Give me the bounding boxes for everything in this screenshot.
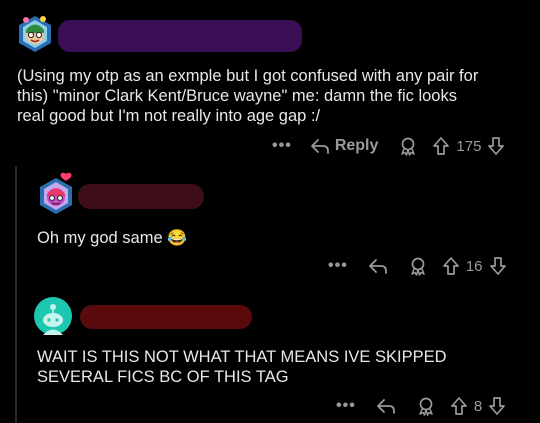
comment-3-avatar[interactable]	[33, 296, 73, 336]
snoo-avatar-icon	[40, 172, 72, 214]
comment-2-avatar[interactable]	[36, 172, 76, 216]
reply-button[interactable]: Reply	[310, 137, 379, 155]
downvote-button[interactable]	[487, 136, 505, 156]
comment-1-avatar[interactable]	[16, 14, 54, 54]
upvote-button[interactable]	[450, 396, 468, 416]
upvote-icon	[433, 137, 450, 155]
downvote-icon	[489, 397, 506, 415]
award-button[interactable]	[416, 396, 436, 416]
comment-text-line: WAIT IS THIS NOT WHAT THAT MEANS IVE SKI…	[37, 348, 447, 366]
reply-arrow-icon	[310, 139, 329, 154]
comment-text-line: (Using my otp as an exmple but I got con…	[17, 67, 479, 85]
vote-count: 175	[456, 137, 482, 155]
redacted-username	[58, 20, 302, 52]
downvote-button[interactable]	[488, 396, 506, 416]
reply-arrow-icon	[376, 399, 395, 414]
more-icon[interactable]: •••	[336, 397, 356, 415]
downvote-button[interactable]	[489, 256, 507, 276]
reply-button[interactable]	[368, 257, 388, 275]
comment-1-actions: ••• Reply 175	[272, 134, 505, 158]
award-icon	[411, 257, 425, 276]
comment-1-body: (Using my otp as an exmple but I got con…	[17, 66, 532, 126]
more-icon[interactable]: •••	[328, 257, 348, 275]
vote-count: 16	[465, 257, 483, 275]
reply-button[interactable]	[376, 397, 396, 415]
comment-2-body: Oh my god same 😂	[37, 228, 187, 249]
reply-arrow-icon	[368, 259, 387, 274]
snoo-avatar-icon	[19, 16, 51, 52]
award-icon	[419, 397, 433, 416]
comment-text-line: this) "minor Clark Kent/Bruce wayne" me:…	[17, 87, 457, 105]
award-button[interactable]	[408, 256, 428, 276]
upvote-button[interactable]	[442, 256, 460, 276]
comment-text-line: SEVERAL FICS BC OF THIS TAG	[37, 368, 289, 386]
laughing-emoji-icon: 😂	[167, 230, 188, 247]
comment-text-line: real good but I'm not really into age ga…	[17, 107, 321, 125]
thread-line	[15, 166, 17, 423]
downvote-icon	[488, 137, 505, 155]
more-icon[interactable]: •••	[272, 137, 292, 155]
redacted-username	[78, 184, 204, 209]
upvote-icon	[442, 257, 459, 275]
redacted-username	[80, 305, 252, 329]
upvote-icon	[450, 397, 467, 415]
comment-3-actions: ••• 8	[336, 394, 506, 418]
default-snoo-avatar-icon	[34, 297, 72, 335]
comment-text: Oh my god same	[37, 229, 163, 247]
reply-label: Reply	[334, 137, 379, 154]
award-icon	[401, 137, 416, 156]
upvote-button[interactable]	[432, 136, 450, 156]
downvote-icon	[489, 257, 506, 275]
vote-count: 8	[473, 397, 483, 415]
award-button[interactable]	[398, 136, 418, 156]
comment-2-actions: ••• 16	[328, 254, 507, 278]
comment-3-body: WAIT IS THIS NOT WHAT THAT MEANS IVE SKI…	[37, 347, 517, 387]
